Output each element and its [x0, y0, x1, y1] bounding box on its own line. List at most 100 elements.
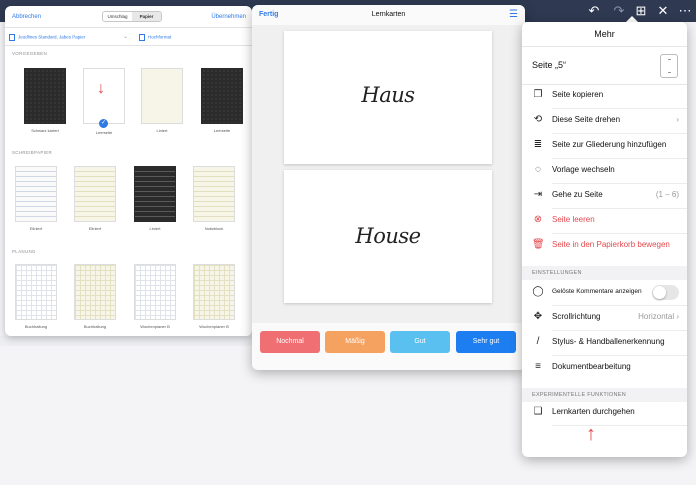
go-to-page-item[interactable]: ⇥ Gehe zu Seite (1 – 6): [522, 183, 687, 208]
template-thumbnail[interactable]: [74, 166, 116, 222]
undo-icon[interactable]: ↶: [585, 2, 603, 20]
template-thumbnail[interactable]: [193, 264, 235, 320]
flashcards-header: Fertig Lernkarten ☰: [252, 5, 525, 25]
rate-hard-button[interactable]: Mäßig: [325, 331, 385, 353]
template-thumbnail[interactable]: [141, 68, 183, 124]
chevron-right-icon: ›: [676, 115, 679, 124]
checkmark-icon: ✓: [99, 119, 108, 128]
rating-bar: Nochmal Mäßig Gut Sehr gut: [252, 323, 525, 370]
move-to-trash-item[interactable]: 🗑 Seite in den Papierkorb bewegen: [522, 233, 687, 258]
section-header: PLANUNG: [12, 249, 36, 254]
review-flashcards-item[interactable]: ❏ Lernkarten durchgehen: [522, 400, 687, 425]
scroll-icon: ✥: [533, 311, 543, 322]
outline-icon: ≣: [533, 139, 543, 150]
page-range: (1 – 6): [655, 190, 679, 199]
list-icon[interactable]: ☰: [509, 9, 518, 20]
orientation-selector[interactable]: Hochformat: [139, 34, 171, 41]
menu-item-label: Scrollrichtung: [552, 312, 601, 321]
page-thumbnail-icon: [660, 54, 678, 78]
template-thumbnail[interactable]: [74, 264, 116, 320]
scroll-direction-value: Horizontal ›: [638, 312, 679, 321]
flashcards-icon: ❏: [533, 406, 543, 417]
goto-icon: ⇥: [533, 189, 543, 200]
more-menu-panel: Mehr Seite „5“ ❐ Seite kopieren ⟲ Diese …: [522, 22, 687, 457]
clear-page-item[interactable]: ⊗ Seite leeren: [522, 208, 687, 233]
document-editing-item[interactable]: ≡ Dokumentbearbeitung: [522, 355, 687, 380]
rate-easy-button[interactable]: Sehr gut: [456, 331, 516, 353]
menu-item-label: Gehe zu Seite: [552, 190, 603, 199]
template-thumbnail[interactable]: [15, 166, 57, 222]
template-thumbnail[interactable]: [134, 264, 176, 320]
template-label: Liniert: [156, 128, 168, 133]
red-down-arrow-icon: ↓: [97, 80, 105, 97]
template-thumbnail[interactable]: [24, 68, 66, 124]
menu-item-label: Lernkarten durchgehen: [552, 407, 635, 416]
resolved-comments-toggle[interactable]: [652, 285, 679, 300]
template-label: Wochenplaner B: [140, 324, 170, 329]
scroll-direction-text: Horizontal: [638, 312, 675, 321]
tab-cover[interactable]: Umschlag: [103, 12, 132, 21]
comment-icon: ◯: [532, 286, 544, 297]
page-label: Seite „5“: [532, 60, 567, 70]
template-thumbnail[interactable]: [193, 166, 235, 222]
section-label: EINSTELLUNGEN: [532, 270, 582, 276]
sliders-icon: ≡: [535, 361, 541, 372]
red-up-arrow-icon: ↑: [586, 423, 596, 445]
stylus-palm-item[interactable]: / Stylus- & Handballenerkennung: [522, 330, 687, 355]
flashcard-text: House: [355, 224, 421, 248]
template-size-selector[interactable]: Jeodlines Standard, Jabes Papier: [9, 34, 85, 41]
settings-section-header: EINSTELLUNGEN: [522, 266, 687, 280]
portrait-icon: [139, 34, 145, 41]
chevron-down-icon: ⌄: [123, 34, 129, 40]
clear-icon: ⊗: [533, 214, 543, 225]
tab-paper[interactable]: Papier: [132, 12, 161, 21]
template-label: Eliniert: [29, 226, 43, 231]
template-thumbnail[interactable]: [15, 264, 57, 320]
template-size-label: Jeodlines Standard, Jabes Papier: [18, 34, 86, 40]
change-template-item[interactable]: ◌ Vorlage wechseln: [522, 158, 687, 183]
rate-good-button[interactable]: Gut: [390, 331, 450, 353]
add-to-outline-item[interactable]: ≣ Seite zur Gliederung hinzufügen: [522, 133, 687, 158]
menu-item-label: Seite zur Gliederung hinzufügen: [552, 140, 667, 149]
template-label: Notizblock: [204, 226, 224, 231]
template-thumbnail[interactable]: [201, 68, 243, 124]
menu-item-label: Seite leeren: [552, 215, 595, 224]
accept-button[interactable]: Übernehmen: [211, 14, 246, 20]
menu-item-label: Seite in den Papierkorb bewegen: [552, 240, 670, 249]
menu-item-label: Gelöste Kommentare anzeigen: [552, 288, 642, 295]
template-picker-panel: Abbrechen Umschlag Papier Übernehmen Jeo…: [5, 6, 252, 336]
template-label: Leerseite: [213, 128, 231, 133]
trash-icon: 🗑: [532, 239, 545, 250]
flashcard-back[interactable]: House: [284, 170, 492, 303]
template-label: Schwarz kariert: [31, 128, 59, 133]
template-thumbnail[interactable]: [134, 166, 176, 222]
copy-icon: ❐: [533, 89, 543, 100]
template-label: Liniert: [149, 226, 161, 231]
menu-item-label: Stylus- & Handballenerkennung: [552, 337, 665, 346]
template-options-bar: Jeodlines Standard, Jabes Papier ⌄ Hochf…: [5, 28, 252, 46]
cancel-button[interactable]: Abbrechen: [12, 14, 41, 20]
page-icon: [9, 34, 15, 41]
show-resolved-comments-item: ◯ Gelöste Kommentare anzeigen: [522, 280, 687, 305]
menu-item-label: Diese Seite drehen: [552, 115, 621, 124]
menu-item-label: Vorlage wechseln: [552, 165, 615, 174]
flashcard-front[interactable]: Haus: [284, 31, 492, 164]
section-label: EXPERIMENTELLE FUNKTIONEN: [532, 392, 626, 398]
template-label: Leerseite: [95, 130, 113, 135]
scroll-direction-item[interactable]: ✥ Scrollrichtung Horizontal ›: [522, 305, 687, 330]
close-icon[interactable]: ✕: [654, 2, 672, 20]
rotate-page-item[interactable]: ⟲ Diese Seite drehen ›: [522, 108, 687, 133]
flashcard-text: Haus: [361, 83, 415, 107]
template-label: Wochenplaner B: [199, 324, 229, 329]
page-info-row: Seite „5“: [522, 47, 687, 85]
copy-page-item[interactable]: ❐ Seite kopieren: [522, 83, 687, 108]
template-picker-header: Abbrechen Umschlag Papier Übernehmen: [5, 6, 252, 28]
menu-item-label: Dokumentbearbeitung: [552, 362, 631, 371]
background-strip: [0, 336, 252, 346]
orientation-label: Hochformat: [148, 34, 172, 40]
rate-again-button[interactable]: Nochmal: [260, 331, 320, 353]
section-header: SCHREIBPAPIER: [12, 150, 53, 155]
template-label: Buchhaltung: [24, 324, 48, 329]
more-icon[interactable]: ⋯: [676, 2, 694, 20]
template-icon: ◌: [535, 164, 541, 175]
